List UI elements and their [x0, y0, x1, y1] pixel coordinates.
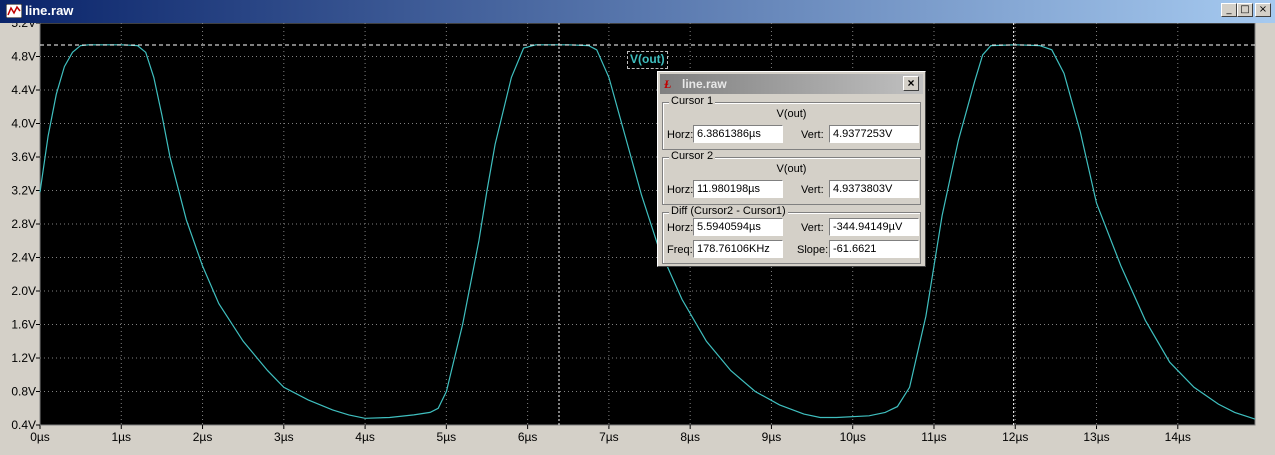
diff-freq-field[interactable]: 178.76106KHz — [693, 240, 783, 258]
y-tick-label: 0.4V — [11, 418, 36, 432]
x-tick-label: 12µs — [1002, 430, 1028, 444]
diff-group: Diff (Cursor2 - Cursor1) Horz: 5.5940594… — [662, 205, 921, 264]
cursor2-group: Cursor 2 V(out) Horz: 11.980198µs Vert: … — [662, 150, 921, 205]
diff-group-title: Diff (Cursor2 - Cursor1) — [669, 205, 788, 217]
window-titlebar[interactable]: line.raw _ □ × — [0, 0, 1275, 23]
maximize-button[interactable]: □ — [1237, 3, 1253, 17]
y-tick-label: 3.2V — [11, 184, 36, 198]
cursor2-horz-field[interactable]: 11.980198µs — [693, 180, 783, 198]
dialog-titlebar[interactable]: Ɫ line.raw × — [660, 74, 923, 94]
y-tick-label: 3.6V — [11, 150, 36, 164]
dialog-title: line.raw — [682, 77, 727, 91]
x-tick-label: 6µs — [518, 430, 538, 444]
y-tick-label: 1.6V — [11, 318, 36, 332]
waveform-plot[interactable]: 0µs 1µs 2µs 3µs 4µs 5µs 6µs 7µs 8µs 9µs 10µs 11µs 12… — [0, 23, 1275, 455]
y-tick-label: 1.2V — [11, 351, 36, 365]
y-tick-label: 2.8V — [11, 217, 36, 231]
x-tick-label: 0µs — [30, 430, 50, 444]
x-tick-label: 3µs — [274, 430, 294, 444]
window-title: line.raw — [25, 3, 74, 18]
y-tick-label: 5.2V — [11, 23, 36, 30]
cursor1-group-title: Cursor 1 — [669, 95, 716, 107]
y-tick-label: 2.4V — [11, 251, 36, 265]
diff-slope-field[interactable]: -61.6621 — [829, 240, 919, 258]
cursor1-vert-field[interactable]: 4.9377253V — [829, 125, 919, 143]
trace-label[interactable]: V(out) — [627, 51, 668, 69]
cursor-dialog[interactable]: Ɫ line.raw × Cursor 1 V(out) Horz: 6.386… — [657, 71, 926, 267]
cursor1-vert-label: Vert: — [801, 129, 824, 141]
minimize-button[interactable]: _ — [1221, 3, 1237, 17]
cursor1-horz-field[interactable]: 6.3861386µs — [693, 125, 783, 143]
diff-vert-field[interactable]: -344.94149µV — [829, 218, 919, 236]
diff-vert-label: Vert: — [801, 222, 824, 234]
diff-slope-label: Slope: — [797, 244, 829, 256]
cursor2-group-title: Cursor 2 — [669, 150, 716, 162]
diff-horz-field[interactable]: 5.5940594µs — [693, 218, 783, 236]
x-tick-label: 13µs — [1083, 430, 1109, 444]
diff-horz-label: Horz: — [667, 222, 694, 234]
close-button[interactable]: × — [1255, 3, 1271, 17]
x-tick-label: 10µs — [840, 430, 866, 444]
x-tick-label: 8µs — [680, 430, 700, 444]
diff-freq-label: Freq: — [667, 244, 693, 256]
y-tick-label: 4.4V — [11, 83, 36, 97]
ltspice-icon: Ɫ — [664, 77, 672, 91]
x-tick-label: 9µs — [762, 430, 782, 444]
cursor1-trace: V(out) — [776, 108, 807, 120]
cursor2-vert-label: Vert: — [801, 184, 824, 196]
x-tick-label: 7µs — [599, 430, 619, 444]
x-tick-label: 5µs — [437, 430, 457, 444]
x-tick-label: 14µs — [1165, 430, 1191, 444]
dialog-close-button[interactable]: × — [903, 76, 919, 91]
cursor2-vert-field[interactable]: 4.9373803V — [829, 180, 919, 198]
x-tick-label: 4µs — [355, 430, 375, 444]
cursor1-group: Cursor 1 V(out) Horz: 6.3861386µs Vert: … — [662, 95, 921, 150]
plot-canvas[interactable]: 0µs 1µs 2µs 3µs 4µs 5µs 6µs 7µs 8µs 9µs 10µs 11µs 12… — [0, 23, 1275, 455]
x-tick-label: 1µs — [111, 430, 131, 444]
y-tick-label: 4.0V — [11, 117, 36, 131]
y-tick-label: 4.8V — [11, 50, 36, 64]
waveform-icon — [6, 4, 22, 18]
cursor2-trace: V(out) — [776, 163, 807, 175]
x-tick-label: 2µs — [193, 430, 213, 444]
cursor2-horz-label: Horz: — [667, 184, 694, 196]
x-tick-label: 11µs — [921, 430, 946, 444]
y-tick-label: 0.8V — [11, 385, 36, 399]
y-tick-label: 2.0V — [11, 284, 36, 298]
cursor1-horz-label: Horz: — [667, 129, 694, 141]
